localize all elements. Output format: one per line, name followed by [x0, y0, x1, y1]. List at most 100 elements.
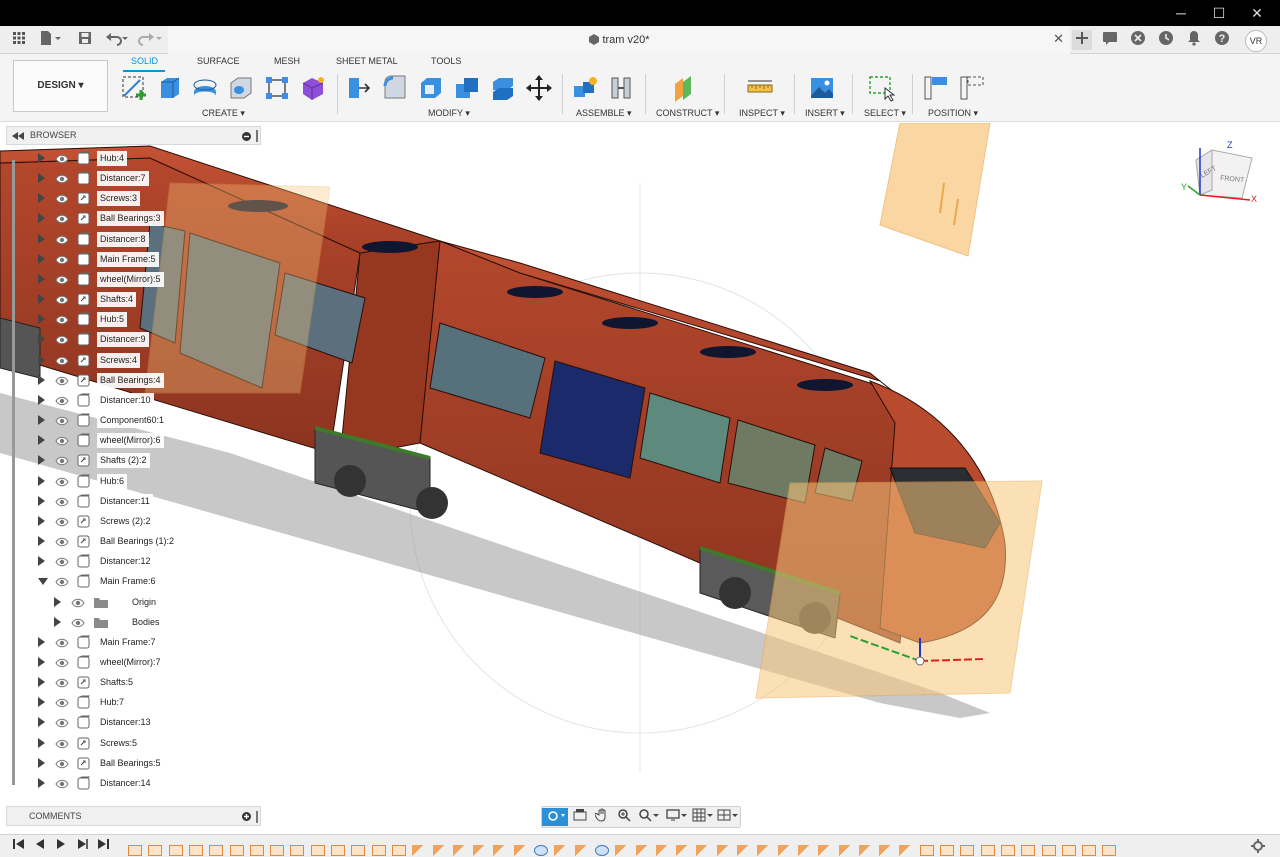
joint-icon[interactable] [607, 74, 635, 102]
hole-icon[interactable] [227, 74, 255, 102]
workspace-switcher-button[interactable]: DESIGN ▾ [13, 60, 108, 112]
visibility-eye-icon[interactable] [55, 716, 69, 728]
comments-panel[interactable]: COMMENTS [6, 806, 261, 826]
notifications-icon[interactable] [1184, 30, 1204, 50]
timeline-feature-icon[interactable] [290, 845, 305, 856]
browser-tree-item[interactable]: Screws:3 [0, 188, 300, 208]
select-menu[interactable]: SELECT ▾ [864, 108, 906, 119]
browser-tree-item[interactable]: Main Frame:5 [0, 249, 300, 269]
move-copy-icon[interactable] [525, 74, 553, 102]
expanded-arrow-icon[interactable] [38, 578, 48, 586]
browser-tree-item[interactable]: Bodies [0, 612, 300, 632]
timeline-feature-icon[interactable] [452, 845, 467, 856]
visibility-eye-icon[interactable] [55, 313, 69, 325]
collapsed-arrow-icon[interactable] [54, 596, 61, 607]
timeline-feature-icon[interactable] [412, 845, 427, 856]
collapsed-arrow-icon[interactable] [38, 536, 45, 547]
timeline-start-icon[interactable] [10, 839, 28, 855]
browser-tree-item[interactable]: Distancer:12 [0, 551, 300, 571]
browser-tree-item[interactable]: Shafts:4 [0, 289, 300, 309]
revolve-icon[interactable] [191, 74, 219, 102]
browser-tree-item[interactable]: Screws (2):2 [0, 511, 300, 531]
extrude-icon[interactable] [155, 74, 183, 102]
browser-tree-item[interactable]: Main Frame:7 [0, 632, 300, 652]
visibility-eye-icon[interactable] [55, 495, 69, 507]
visibility-eye-icon[interactable] [71, 596, 85, 608]
timeline-feature-icon[interactable] [493, 845, 508, 856]
timeline-feature-icon[interactable] [858, 845, 873, 856]
close-window-button[interactable]: ✕ [1238, 0, 1276, 26]
browser-tree-item[interactable]: Screws:5 [0, 733, 300, 753]
app-grid-icon[interactable] [10, 30, 28, 50]
timeline-feature-icon[interactable] [676, 845, 691, 856]
browser-tree-item[interactable]: wheel(Mirror):6 [0, 430, 300, 450]
timeline-feature-icon[interactable] [919, 845, 934, 856]
split-body-icon[interactable] [489, 74, 517, 102]
pan-icon[interactable] [592, 808, 612, 826]
timeline-feature-icon[interactable] [473, 845, 488, 856]
visibility-eye-icon[interactable] [55, 333, 69, 345]
create-menu[interactable]: CREATE ▾ [202, 108, 245, 119]
inspect-menu[interactable]: INSPECT ▾ [739, 108, 785, 119]
collapse-panel-icon[interactable] [12, 132, 24, 140]
visibility-eye-icon[interactable] [55, 757, 69, 769]
collapsed-arrow-icon[interactable] [38, 435, 45, 446]
timeline-feature-icon[interactable] [351, 845, 366, 856]
timeline-feature-icon[interactable] [229, 845, 244, 856]
collapsed-arrow-icon[interactable] [38, 556, 45, 567]
timeline-feature-icon[interactable] [940, 845, 954, 856]
collapsed-arrow-icon[interactable] [54, 616, 61, 627]
visibility-eye-icon[interactable] [55, 535, 69, 547]
shell-icon[interactable] [417, 74, 445, 102]
timeline-feature-icon[interactable] [655, 845, 670, 856]
browser-tree-item[interactable]: Ball Bearings:5 [0, 753, 300, 773]
collapsed-arrow-icon[interactable] [38, 475, 45, 486]
browser-tree-item[interactable]: Distancer:9 [0, 329, 300, 349]
timeline-feature-icon[interactable] [879, 845, 894, 856]
grid-settings-icon[interactable] [690, 808, 716, 826]
visibility-eye-icon[interactable] [55, 354, 69, 366]
pattern-icon[interactable] [263, 74, 291, 102]
timeline-feature-icon[interactable] [310, 845, 325, 856]
browser-tree-item[interactable]: Distancer:13 [0, 712, 300, 732]
data-panel-icon[interactable] [1100, 30, 1120, 50]
job-status-icon[interactable] [1156, 30, 1176, 50]
document-tab[interactable]: tram v20* ✕ [168, 26, 1070, 54]
timeline-feature-icon[interactable] [128, 845, 142, 856]
collapsed-arrow-icon[interactable] [38, 757, 45, 768]
timeline-feature-icon[interactable] [960, 845, 975, 856]
collapsed-arrow-icon[interactable] [38, 415, 45, 426]
visibility-eye-icon[interactable] [55, 273, 69, 285]
collapsed-arrow-icon[interactable] [38, 354, 45, 365]
timeline-feature-icon[interactable] [899, 845, 914, 856]
visibility-eye-icon[interactable] [55, 454, 69, 466]
new-component-icon[interactable] [571, 74, 599, 102]
browser-tree-item[interactable]: Ball Bearings:3 [0, 208, 300, 228]
visibility-eye-icon[interactable] [55, 172, 69, 184]
timeline-settings-icon[interactable] [1249, 839, 1267, 855]
collapsed-arrow-icon[interactable] [38, 374, 45, 385]
timeline-prev-icon[interactable] [31, 839, 49, 855]
panel-resize-handle[interactable] [256, 811, 258, 823]
timeline-feature-icon[interactable] [818, 845, 833, 856]
visibility-eye-icon[interactable] [55, 192, 69, 204]
modify-menu[interactable]: MODIFY ▾ [428, 108, 470, 119]
timeline-feature-icon[interactable] [980, 845, 995, 856]
browser-tree-item[interactable]: wheel(Mirror):5 [0, 269, 300, 289]
timeline-feature-icon[interactable] [777, 845, 792, 856]
browser-tree-item[interactable]: Origin [0, 592, 300, 612]
timeline-feature-icon[interactable] [534, 845, 548, 856]
create-sketch-icon[interactable] [120, 74, 148, 102]
visibility-eye-icon[interactable] [55, 777, 69, 789]
collapsed-arrow-icon[interactable] [38, 233, 45, 244]
browser-tree-item[interactable]: Distancer:11 [0, 491, 300, 511]
collapsed-arrow-icon[interactable] [38, 314, 45, 325]
collapsed-arrow-icon[interactable] [38, 153, 45, 163]
minimize-button[interactable]: ─ [1162, 0, 1200, 26]
browser-tree-item[interactable]: Main Frame:6 [0, 571, 300, 591]
collapsed-arrow-icon[interactable] [38, 515, 45, 526]
collapsed-arrow-icon[interactable] [38, 273, 45, 284]
fillet-icon[interactable] [381, 74, 409, 102]
timeline-feature-icon[interactable] [270, 845, 285, 856]
select-icon[interactable] [868, 74, 896, 102]
